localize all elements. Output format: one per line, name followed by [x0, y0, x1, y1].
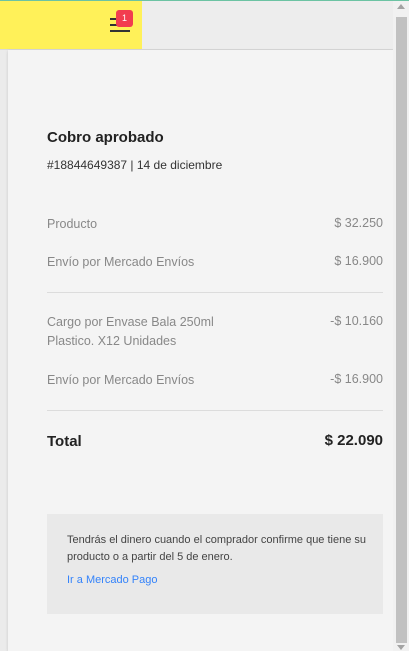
- deduction-value-package: -$ 10.160: [330, 314, 383, 328]
- notification-badge: 1: [116, 10, 133, 27]
- header: 1: [0, 1, 409, 50]
- hamburger-icon-bar: [110, 30, 130, 32]
- divider: [47, 410, 383, 411]
- charge-label-shipping: Envío por Mercado Envíos: [47, 255, 195, 269]
- charge-value-shipping: $ 16.900: [334, 254, 383, 268]
- deduction-label-shipping: Envío por Mercado Envíos: [47, 373, 195, 387]
- charge-label-product: Producto: [47, 217, 98, 231]
- total-value: $ 22.090: [324, 432, 383, 449]
- page-title: Cobro aprobado: [47, 129, 164, 146]
- scrollbar-thumb[interactable]: [396, 17, 407, 643]
- info-box: Tendrás el dinero cuando el comprador co…: [47, 514, 383, 614]
- divider: [47, 292, 383, 293]
- info-text: Tendrás el dinero cuando el comprador co…: [67, 534, 367, 563]
- deduction-label-package: Cargo por Envase Bala 250ml Plastico. X1…: [47, 315, 214, 348]
- charge-value-product: $ 32.250: [334, 216, 383, 230]
- scroll-up-icon[interactable]: [397, 4, 405, 9]
- scroll-down-icon[interactable]: [397, 645, 405, 650]
- deduction-value-shipping: -$ 16.900: [330, 372, 383, 386]
- mercado-pago-link[interactable]: Ir a Mercado Pago: [67, 574, 158, 586]
- payment-subtitle: #18844649387 | 14 de diciembre: [47, 158, 223, 172]
- total-label: Total: [47, 433, 82, 450]
